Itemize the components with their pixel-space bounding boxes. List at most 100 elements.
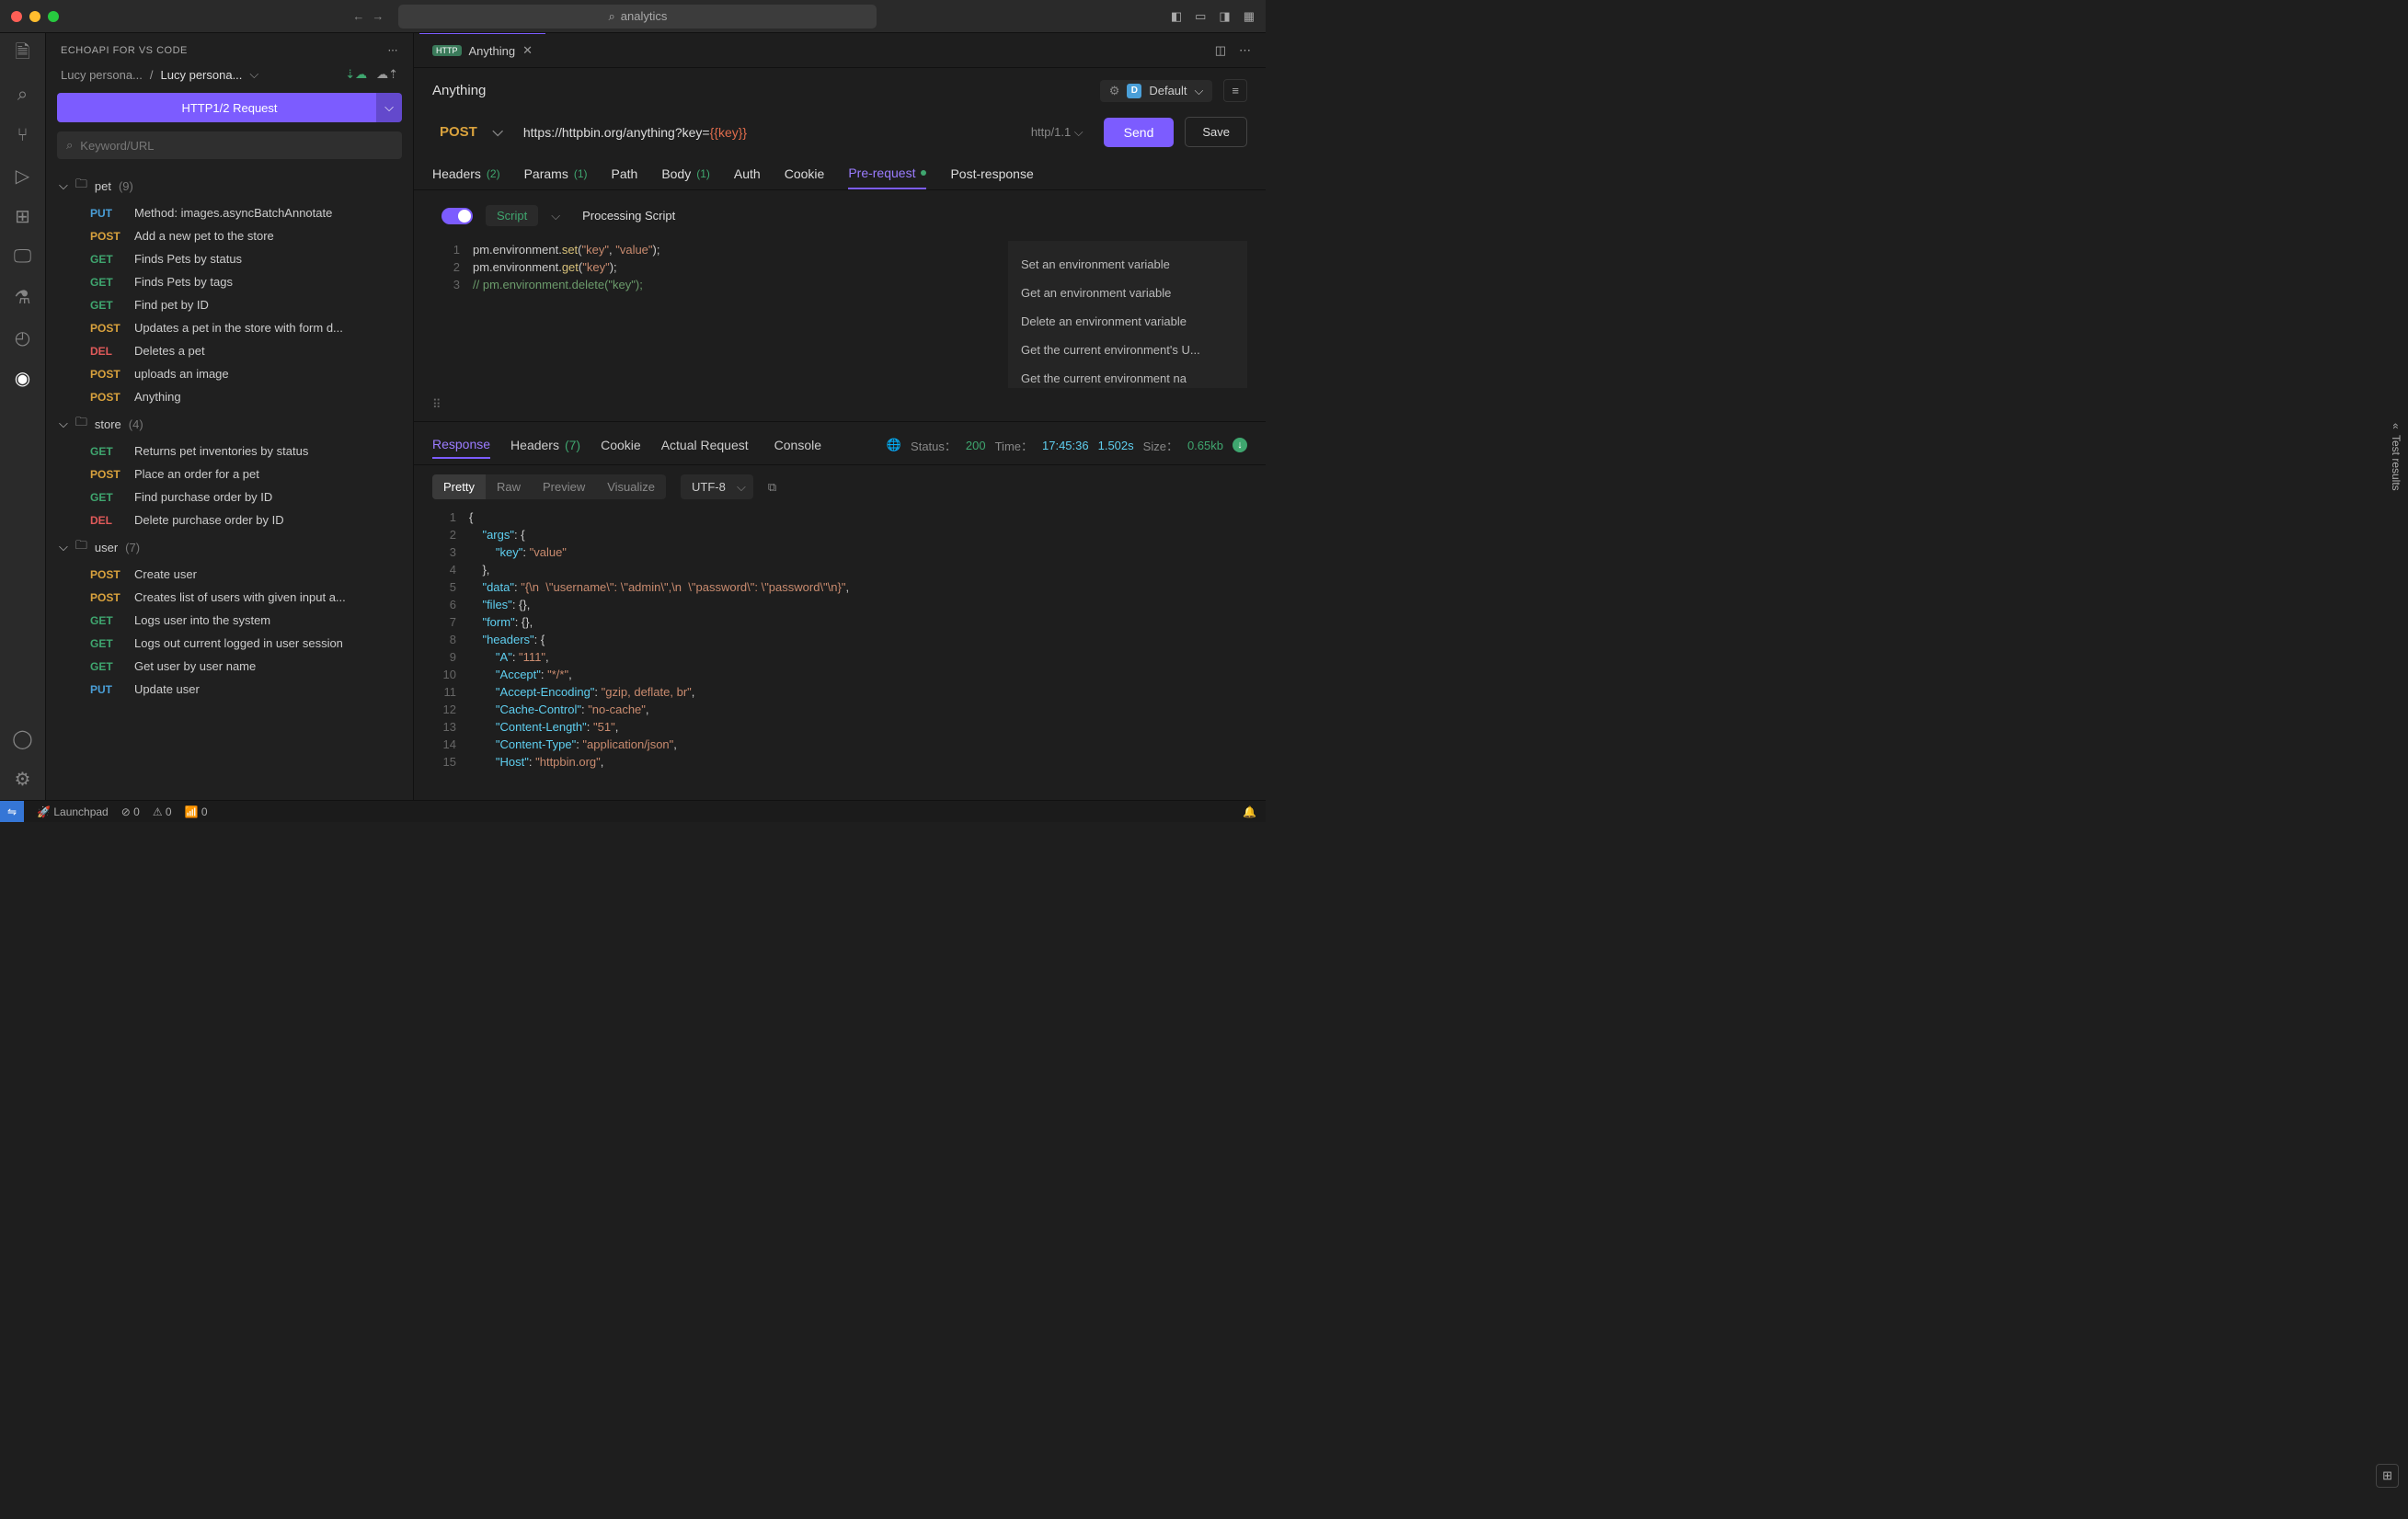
script-editor[interactable]: 1pm.environment.set("key", "value");2pm.… bbox=[432, 241, 1008, 388]
snippet-item[interactable]: Set an environment variable bbox=[1008, 250, 1247, 279]
layout-reset-icon[interactable]: ⊞ bbox=[2376, 1464, 2399, 1488]
more-icon[interactable]: ⋯ bbox=[388, 44, 399, 56]
resp-tab-response[interactable]: Response bbox=[432, 431, 490, 459]
split-editor-icon[interactable]: ◫ bbox=[1215, 43, 1226, 58]
tab-params[interactable]: Params(1) bbox=[524, 158, 588, 189]
api-item[interactable]: GETLogs user into the system bbox=[46, 609, 413, 632]
api-item[interactable]: GETFinds Pets by tags bbox=[46, 270, 413, 293]
tab-headers[interactable]: Headers(2) bbox=[432, 158, 500, 189]
test-results-panel-toggle[interactable]: « Test results bbox=[2390, 423, 2402, 490]
cloud-down-icon[interactable]: ⇣☁ bbox=[345, 67, 367, 82]
api-item[interactable]: POSTAnything bbox=[46, 385, 413, 408]
tab-auth[interactable]: Auth bbox=[734, 158, 761, 189]
launchpad-button[interactable]: 🚀 Launchpad bbox=[37, 805, 109, 818]
remote-explorer-icon[interactable]: 🖵 bbox=[11, 245, 35, 268]
api-item[interactable]: DELDeletes a pet bbox=[46, 339, 413, 362]
folder-store[interactable]: ⌵🗀store (4) bbox=[46, 408, 413, 440]
script-toggle[interactable] bbox=[441, 208, 473, 224]
testing-icon[interactable]: ⚗ bbox=[11, 285, 35, 309]
chevron-down-icon[interactable]: ⌵ bbox=[551, 209, 560, 223]
api-item[interactable]: POSTCreate user bbox=[46, 563, 413, 586]
snippet-item[interactable]: Delete an environment variable bbox=[1008, 307, 1247, 336]
close-window-icon[interactable] bbox=[11, 11, 22, 22]
api-item[interactable]: PUTUpdate user bbox=[46, 678, 413, 701]
method-select[interactable]: POST bbox=[432, 119, 512, 145]
window-controls[interactable] bbox=[11, 11, 59, 22]
resp-tab-cookie[interactable]: Cookie bbox=[601, 432, 641, 458]
search-icon[interactable]: ⌕ bbox=[11, 83, 35, 107]
resp-tab-console[interactable]: Console bbox=[774, 432, 821, 458]
chevron-down-icon[interactable]: ⌵ bbox=[249, 67, 258, 82]
account-icon[interactable]: ◯ bbox=[11, 726, 35, 750]
maximize-window-icon[interactable] bbox=[48, 11, 59, 22]
copy-icon[interactable]: ⧉ bbox=[768, 480, 776, 495]
settings-gear-icon[interactable]: ⚙ bbox=[11, 767, 35, 791]
send-button[interactable]: Send bbox=[1104, 118, 1175, 147]
run-debug-icon[interactable]: ▷ bbox=[11, 164, 35, 188]
api-item[interactable]: GETGet user by user name bbox=[46, 655, 413, 678]
tab-pre-request[interactable]: Pre-request bbox=[848, 158, 926, 189]
new-request-dropdown[interactable]: ⌵ bbox=[376, 93, 402, 122]
download-icon[interactable]: ↓ bbox=[1233, 438, 1247, 452]
view-raw[interactable]: Raw bbox=[486, 474, 532, 499]
warnings-count[interactable]: ⚠ 0 bbox=[153, 805, 172, 818]
view-preview[interactable]: Preview bbox=[532, 474, 596, 499]
encoding-select[interactable]: UTF-8 bbox=[681, 474, 753, 499]
response-body[interactable]: 1{2 "args": {3 "key": "value"4 },5 "data… bbox=[414, 508, 1266, 780]
tab-post-response[interactable]: Post-response bbox=[950, 158, 1033, 189]
layout-secondary-icon[interactable]: ◨ bbox=[1219, 9, 1230, 24]
keyword-search[interactable]: ⌕ Keyword/URL bbox=[57, 131, 402, 159]
save-button[interactable]: Save bbox=[1185, 117, 1247, 147]
request-menu-icon[interactable]: ≡ bbox=[1223, 79, 1247, 102]
view-visualize[interactable]: Visualize bbox=[596, 474, 666, 499]
view-pretty[interactable]: Pretty bbox=[432, 474, 486, 499]
cloud-up-icon[interactable]: ☁⇡ bbox=[376, 67, 398, 82]
tab-path[interactable]: Path bbox=[612, 158, 638, 189]
api-item[interactable]: PUTMethod: images.asyncBatchAnnotate bbox=[46, 201, 413, 224]
environment-selector[interactable]: ⚙ D Default ⌵ bbox=[1100, 80, 1213, 102]
api-item[interactable]: GETFind purchase order by ID bbox=[46, 485, 413, 508]
nav-forward-icon[interactable]: → bbox=[372, 9, 384, 23]
api-item[interactable]: GETLogs out current logged in user sessi… bbox=[46, 632, 413, 655]
more-actions-icon[interactable]: ⋯ bbox=[1239, 43, 1251, 58]
protocol-select[interactable]: http/1.1 ⌵ bbox=[1022, 120, 1093, 145]
echoapi-icon[interactable]: ◉ bbox=[11, 366, 35, 390]
layout-customize-icon[interactable]: ▦ bbox=[1244, 9, 1255, 24]
api-item[interactable]: GETFinds Pets by status bbox=[46, 247, 413, 270]
breadcrumb-1[interactable]: Lucy persona... bbox=[61, 68, 143, 82]
tab-body[interactable]: Body(1) bbox=[661, 158, 710, 189]
drag-handle-icon[interactable]: ⠿ bbox=[414, 388, 1266, 421]
layout-panel-icon[interactable]: ▭ bbox=[1195, 9, 1206, 24]
extensions-icon[interactable]: ⊞ bbox=[11, 204, 35, 228]
api-item[interactable]: POSTPlace an order for a pet bbox=[46, 463, 413, 485]
close-tab-icon[interactable]: ✕ bbox=[522, 43, 533, 58]
breadcrumb-2[interactable]: Lucy persona... bbox=[161, 68, 243, 82]
source-control-icon[interactable]: ⑂ bbox=[11, 123, 35, 147]
api-item[interactable]: DELDelete purchase order by ID bbox=[46, 508, 413, 531]
url-input[interactable]: https://httpbin.org/anything?key={{key}} bbox=[523, 120, 1011, 145]
resp-tab-actual[interactable]: Actual Request bbox=[661, 432, 754, 458]
script-type-label[interactable]: Script bbox=[486, 205, 538, 226]
api-item[interactable]: GETReturns pet inventories by status bbox=[46, 440, 413, 463]
tab-cookie[interactable]: Cookie bbox=[785, 158, 825, 189]
api-item[interactable]: POSTuploads an image bbox=[46, 362, 413, 385]
remote-indicator[interactable]: ⇋ bbox=[0, 801, 24, 822]
api-item[interactable]: GETFind pet by ID bbox=[46, 293, 413, 316]
timeline-icon[interactable]: ◴ bbox=[11, 326, 35, 349]
minimize-window-icon[interactable] bbox=[29, 11, 40, 22]
api-item[interactable]: POSTAdd a new pet to the store bbox=[46, 224, 413, 247]
folder-pet[interactable]: ⌵🗀pet (9) bbox=[46, 170, 413, 201]
api-item[interactable]: POSTCreates list of users with given inp… bbox=[46, 586, 413, 609]
explorer-icon[interactable]: 🗎 bbox=[11, 42, 35, 66]
layout-primary-icon[interactable]: ◧ bbox=[1171, 9, 1182, 24]
api-item[interactable]: POSTUpdates a pet in the store with form… bbox=[46, 316, 413, 339]
new-request-button[interactable]: HTTP1/2 Request ⌵ bbox=[57, 93, 402, 122]
nav-back-icon[interactable]: ← bbox=[352, 9, 364, 23]
ports-count[interactable]: 📶 0 bbox=[185, 805, 208, 818]
command-center[interactable]: ⌕ analytics bbox=[398, 5, 877, 29]
notifications-icon[interactable]: 🔔 bbox=[1243, 805, 1266, 818]
snippet-item[interactable]: Get the current environment's U... bbox=[1008, 336, 1247, 364]
snippet-item[interactable]: Get the current environment na bbox=[1008, 364, 1247, 388]
tab-anything[interactable]: HTTP Anything ✕ bbox=[419, 33, 545, 67]
folder-user[interactable]: ⌵🗀user (7) bbox=[46, 531, 413, 563]
